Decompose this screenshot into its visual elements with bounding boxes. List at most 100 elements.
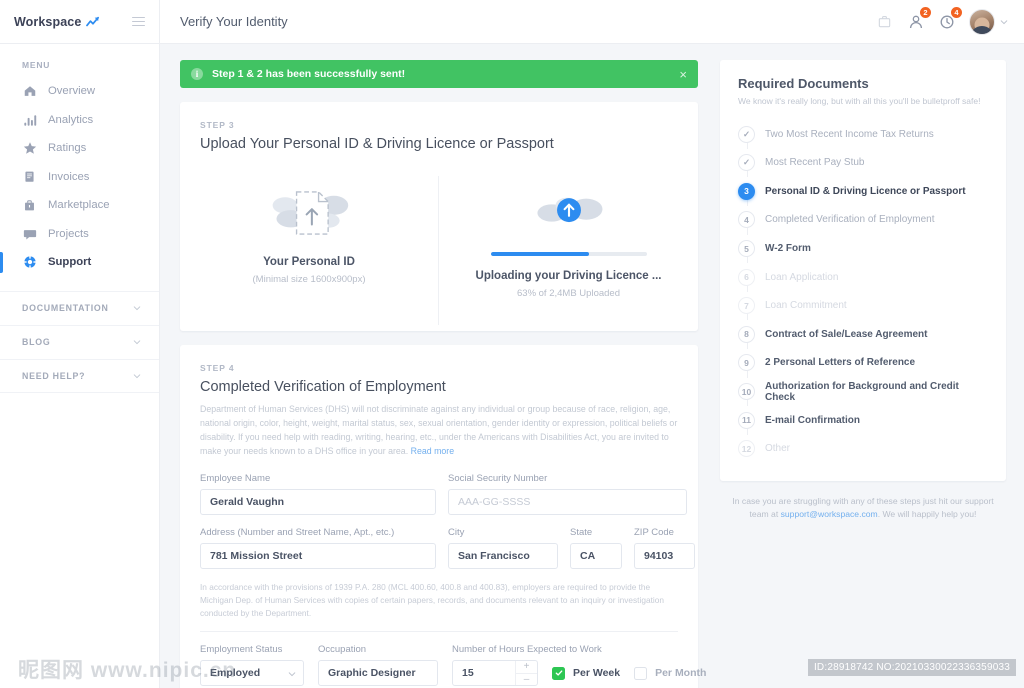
home-icon xyxy=(22,84,37,99)
state-input[interactable] xyxy=(570,542,622,569)
hours-stepper: + – xyxy=(452,660,538,687)
document-item-5[interactable]: 5 W-2 Form xyxy=(738,234,988,263)
step-number-badge: 6 xyxy=(738,268,755,286)
close-icon[interactable]: × xyxy=(679,68,687,81)
hamburger-menu-icon[interactable] xyxy=(132,16,145,27)
document-item-label: E-mail Confirmation xyxy=(765,414,861,426)
support-email-link[interactable]: support@workspace.com xyxy=(781,509,878,519)
per-month-checkbox[interactable] xyxy=(634,666,648,680)
upload-driving-licence[interactable]: Uploading your Driving Licence ... 63% o… xyxy=(439,176,698,325)
document-item-label: Personal ID & Driving Licence or Passpor… xyxy=(765,185,966,197)
sidebar-item-label: Overview xyxy=(48,85,96,98)
read-more-link[interactable]: Read more xyxy=(411,446,455,456)
step-number-badge: 9 xyxy=(738,354,755,372)
sidebar-group-need-help[interactable]: NEED HELP? xyxy=(0,358,159,393)
messages-icon[interactable]: 2 xyxy=(907,6,932,30)
ssn-input[interactable] xyxy=(448,488,687,515)
per-month-checkbox-row[interactable]: Per Month xyxy=(634,660,706,686)
support-note: In case you are struggling with any of t… xyxy=(720,495,1006,522)
sidebar-item-projects[interactable]: Projects xyxy=(0,220,159,249)
document-item-1[interactable]: ✓ Two Most Recent Income Tax Returns xyxy=(738,120,988,149)
check-icon xyxy=(555,670,562,676)
document-item-label: Loan Commitment xyxy=(765,300,847,312)
step-number-badge: 7 xyxy=(738,297,755,315)
sidebar-item-support[interactable]: Support xyxy=(0,248,159,277)
field-zip: ZIP Code xyxy=(634,527,695,569)
document-item-11[interactable]: 11 E-mail Confirmation xyxy=(738,406,988,435)
form-row-2: Address (Number and Street Name, Apt., e… xyxy=(200,527,695,569)
sidebar-group-label: DOCUMENTATION xyxy=(22,303,109,313)
document-item-3[interactable]: 3 Personal ID & Driving Licence or Passp… xyxy=(738,177,988,206)
step-number-badge: 3 xyxy=(738,182,755,200)
document-item-6[interactable]: 6 Loan Application xyxy=(738,263,988,292)
sidebar-item-overview[interactable]: Overview xyxy=(0,77,159,106)
banner-message: Step 1 & 2 has been successfully sent! xyxy=(212,68,406,80)
upload-right-title: Uploading your Driving Licence ... xyxy=(475,269,662,282)
step4-legal-text: Department of Human Services (DHS) will … xyxy=(200,402,678,459)
step-number-badge: 5 xyxy=(738,240,755,258)
sidebar-item-invoices[interactable]: Invoices xyxy=(0,163,159,192)
sidebar-item-marketplace[interactable]: Marketplace xyxy=(0,191,159,220)
sidebar-item-ratings[interactable]: Ratings xyxy=(0,134,159,163)
sidebar-item-analytics[interactable]: Analytics xyxy=(0,106,159,135)
chevron-down-icon xyxy=(1000,19,1008,24)
city-input[interactable] xyxy=(448,542,558,569)
avatar xyxy=(969,8,995,35)
bar-chart-icon xyxy=(22,112,37,127)
step3-title: Upload Your Personal ID & Driving Licenc… xyxy=(200,136,554,152)
address-input[interactable] xyxy=(200,542,436,569)
notifications-badge: 4 xyxy=(950,6,963,19)
upload-personal-id[interactable]: Your Personal ID (Minimal size 1600x900p… xyxy=(180,176,439,325)
document-item-8[interactable]: 8 Contract of Sale/Lease Agreement xyxy=(738,320,988,349)
document-item-4[interactable]: 4 Completed Verification of Employment xyxy=(738,206,988,235)
document-item-label: Most Recent Pay Stub xyxy=(765,157,865,169)
cloud-upload-icon xyxy=(525,182,613,244)
step3-kicker: STEP 3 xyxy=(200,120,235,130)
per-month-label: Per Month xyxy=(655,667,707,680)
sidebar-collapse-groups: DOCUMENTATION BLOG NEED HELP? xyxy=(0,290,159,393)
sidebar-group-blog[interactable]: BLOG xyxy=(0,324,159,359)
check-icon: ✓ xyxy=(738,125,755,143)
brand-name: Workspace xyxy=(14,14,82,29)
document-item-label: 2 Personal Letters of Reference xyxy=(765,357,916,369)
document-item-label: Contract of Sale/Lease Agreement xyxy=(765,328,928,340)
employment-status-label: Employment Status xyxy=(200,644,283,656)
content-area: i Step 1 & 2 has been successfully sent!… xyxy=(160,44,1024,688)
document-item-label: Other xyxy=(765,443,791,455)
brand-left[interactable]: Workspace xyxy=(14,15,100,29)
user-menu[interactable] xyxy=(969,8,1008,35)
per-week-checkbox-row[interactable]: Per Week xyxy=(552,660,620,686)
support-note-suffix: . We will happily help you! xyxy=(877,509,977,520)
document-item-9[interactable]: 9 2 Personal Letters of Reference xyxy=(738,349,988,378)
chat-icon xyxy=(22,226,37,241)
zip-input[interactable] xyxy=(634,542,695,569)
menu-section-label: MENU xyxy=(22,60,51,70)
spark-logo-icon xyxy=(86,16,100,26)
required-documents-list: ✓ Two Most Recent Income Tax Returns ✓ M… xyxy=(738,120,988,463)
document-item-12[interactable]: 12 Other xyxy=(738,434,988,463)
document-item-2[interactable]: ✓ Most Recent Pay Stub xyxy=(738,148,988,178)
success-banner: i Step 1 & 2 has been successfully sent!… xyxy=(180,60,698,88)
briefcase-icon[interactable] xyxy=(876,13,893,30)
upload-row: Your Personal ID (Minimal size 1600x900p… xyxy=(180,176,698,331)
sidebar-group-documentation[interactable]: DOCUMENTATION xyxy=(0,290,159,325)
document-upload-icon xyxy=(265,182,353,244)
document-item-7[interactable]: 7 Loan Commitment xyxy=(738,291,988,321)
document-item-label: Authorization for Background and Credit … xyxy=(765,380,959,403)
occupation-label: Occupation xyxy=(318,644,367,656)
occupation-input[interactable] xyxy=(318,660,438,687)
notifications-icon[interactable]: 4 xyxy=(938,6,963,30)
step3-card: STEP 3 Upload Your Personal ID & Driving… xyxy=(180,102,698,331)
step-number-badge: 4 xyxy=(738,211,755,229)
hours-increment-button[interactable]: + xyxy=(516,661,537,674)
left-column: i Step 1 & 2 has been successfully sent!… xyxy=(180,60,706,688)
field-ssn: Social Security Number xyxy=(448,473,687,515)
per-week-checkbox[interactable] xyxy=(552,666,565,680)
required-documents-card: Required Documents We know it's really l… xyxy=(720,60,1006,482)
step-number-badge: 12 xyxy=(738,440,755,458)
page-title: Verify Your Identity xyxy=(180,14,288,29)
document-item-10[interactable]: 10 Authorization for Background and Cred… xyxy=(738,377,988,406)
hours-decrement-button[interactable]: – xyxy=(516,673,537,686)
employment-status-select[interactable]: Employed xyxy=(200,660,304,687)
employee-name-input[interactable] xyxy=(200,488,436,515)
